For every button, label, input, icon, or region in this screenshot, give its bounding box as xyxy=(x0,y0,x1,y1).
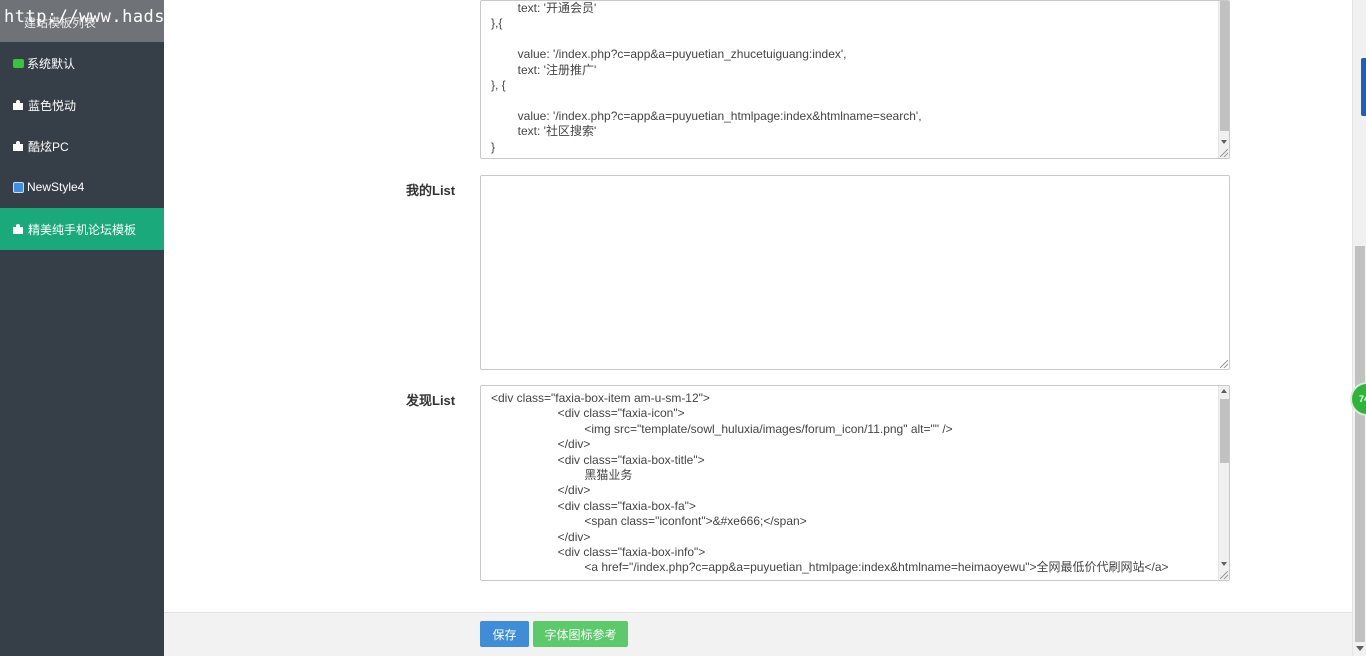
code-line: text: '社区搜索' xyxy=(491,124,597,139)
code-line: 黑猫业务 xyxy=(491,468,633,483)
code-line: <div class="faxia-box-fa"> xyxy=(491,498,696,513)
resize-handle-icon[interactable] xyxy=(1220,149,1228,157)
sidebar-item-cool-pc[interactable]: 酷炫PC xyxy=(0,125,164,167)
font-icon-reference-button[interactable]: 字体图标参考 xyxy=(533,621,628,647)
code-line: <span class="iconfont">&#xe666;</span> xyxy=(491,514,807,529)
sidebar-item-newstyle4[interactable]: NewStyle4 xyxy=(0,166,164,208)
resize-handle-icon[interactable] xyxy=(1220,571,1228,579)
code-line: text: '注册推广' xyxy=(491,62,597,77)
scrollbar-thumb[interactable] xyxy=(1220,399,1229,463)
sidebar-item-mobile-forum[interactable]: 精美纯手机论坛模板 xyxy=(0,208,164,250)
code-line: text: '开通会员' xyxy=(491,1,597,15)
floating-badge-text: 74 xyxy=(1359,394,1366,404)
puzzle-icon xyxy=(13,223,25,235)
my-list-label: 我的List xyxy=(406,183,456,198)
sidebar-item-label: NewStyle4 xyxy=(27,180,85,194)
scrollbar-thumb[interactable] xyxy=(1220,1,1229,131)
watermark-text: http://www.hadsk xyxy=(4,7,176,27)
code-line: value: '/index.php?c=app&a=puyuetian_htm… xyxy=(491,108,922,123)
code-line: </div> xyxy=(491,529,591,544)
code-line: } xyxy=(491,139,496,154)
sidebar-item-label: 精美纯手机论坛模板 xyxy=(28,222,137,237)
menu-code-text: text: '开通会员'},{ value: '/index.php?c=app… xyxy=(491,1,922,155)
sidebar: 建站模板列表 http://www.hadsk 系统默认 蓝色悦动 酷炫PC N… xyxy=(0,0,175,656)
code-line: <a href="/index.php?c=app&a=puyuetian_ht… xyxy=(491,560,1169,575)
discover-list-label: 发现List xyxy=(406,393,456,408)
sidebar-top-item[interactable]: 建站模板列表 http://www.hadsk xyxy=(0,0,175,42)
code-line: <div class="faxia-box-item am-u-sm-12"> xyxy=(491,391,710,405)
scroll-down-arrow-icon[interactable] xyxy=(1221,562,1227,566)
sidebar-item-label: 酷炫PC xyxy=(28,139,69,154)
discover-list-scrollbar[interactable] xyxy=(1218,386,1229,580)
blue-square-icon xyxy=(13,181,24,193)
code-line: }, { xyxy=(491,78,506,93)
page-scroll-down-arrow-icon[interactable] xyxy=(1356,646,1364,651)
discover-list-textarea[interactable]: <div class="faxia-box-item am-u-sm-12"> … xyxy=(480,385,1230,581)
code-line: <div class="faxia-box-title"> xyxy=(491,452,705,467)
page-scrollbar-thumb[interactable] xyxy=(1355,246,1365,642)
sidebar-item-blue-motion[interactable]: 蓝色悦动 xyxy=(0,84,164,126)
discover-list-code: <div class="faxia-box-item am-u-sm-12"> … xyxy=(491,391,1169,576)
code-line: value: '/index.php?c=app&a=puyuetian_zhu… xyxy=(491,47,847,62)
scroll-down-arrow-icon[interactable] xyxy=(1221,140,1227,144)
scroll-up-arrow-icon[interactable] xyxy=(1221,389,1227,393)
my-list-textarea[interactable] xyxy=(480,175,1230,370)
puzzle-icon xyxy=(13,99,25,111)
code-line: <div class="faxia-icon"> xyxy=(491,406,685,421)
menu-code-scrollbar[interactable] xyxy=(1218,1,1229,158)
code-line: },{ xyxy=(491,16,503,31)
green-square-icon xyxy=(13,58,24,68)
code-line: <img src="template/sowl_huluxia/images/f… xyxy=(491,421,953,436)
sidebar-item-default[interactable]: 系统默认 xyxy=(0,42,164,84)
code-line: <div class="faxia-box-info"> xyxy=(491,545,706,560)
save-button[interactable]: 保存 xyxy=(480,621,529,647)
side-widget-tab[interactable] xyxy=(1361,58,1366,116)
sidebar-item-label: 系统默认 xyxy=(27,56,76,71)
menu-code-textarea[interactable]: text: '开通会员'},{ value: '/index.php?c=app… xyxy=(480,0,1230,159)
code-line: </div> xyxy=(491,483,591,498)
resize-handle-icon[interactable] xyxy=(1220,360,1228,368)
sidebar-item-label: 蓝色悦动 xyxy=(28,98,77,113)
code-line: </div> xyxy=(491,437,591,452)
footer-bar xyxy=(164,612,1352,656)
puzzle-icon xyxy=(13,140,25,152)
